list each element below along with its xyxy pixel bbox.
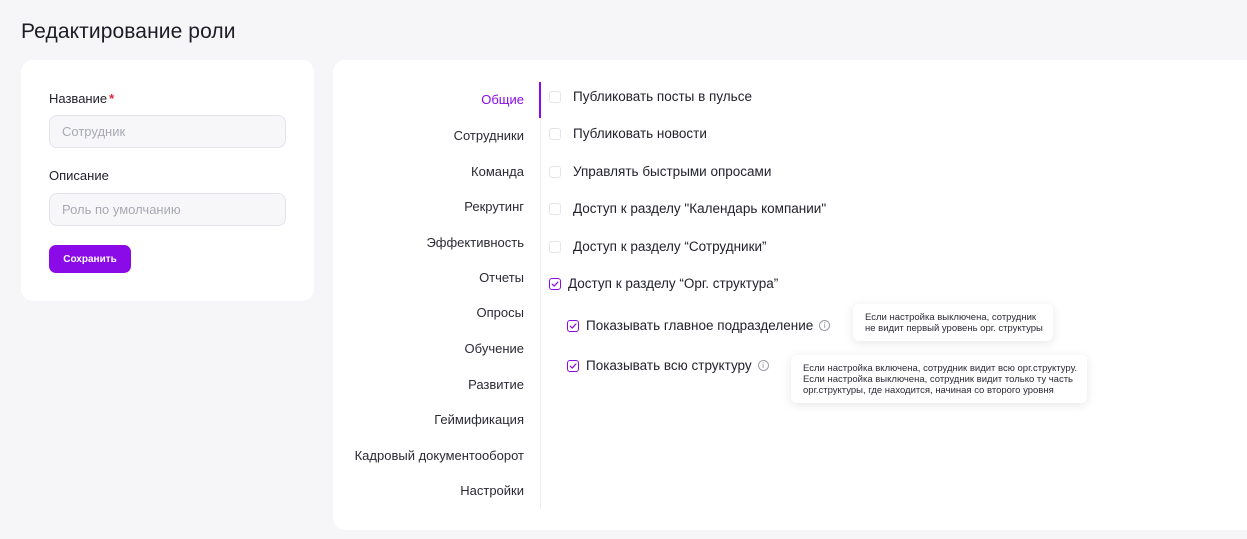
tab-hr-docs[interactable]: Кадровый документооборот [355,448,524,463]
page-title: Редактирование роли [21,20,236,43]
tabs-divider [540,82,541,509]
tab-team[interactable]: Команда [471,164,524,179]
tab-general[interactable]: Общие [481,92,524,107]
permissions-card: Общие Сотрудники Команда Рекрутинг Эффек… [333,60,1247,530]
permission-row[interactable]: Доступ к разделу “Сотрудники” [549,239,767,254]
checkbox[interactable] [549,240,561,253]
tooltip-line: не видит первый уровень орг. структуры [865,323,1043,334]
checkbox-checked[interactable] [567,359,579,372]
tab-surveys[interactable]: Опросы [477,305,524,320]
permission-label: Показывать главное подразделение [586,318,814,333]
tab-reports[interactable]: Отчеты [479,270,524,285]
checkbox-checked[interactable] [567,319,579,332]
permission-row[interactable]: Доступ к разделу "Календарь компании" [549,201,826,216]
info-icon[interactable]: i [757,360,769,371]
required-marker: * [109,91,115,106]
tooltip-line: Если настройка выключена, сотрудник види… [803,374,1074,385]
description-label: Описание [49,168,109,183]
tooltip-full-structure: Если настройка включена, сотрудник видит… [791,355,1088,403]
tab-gamification[interactable]: Геймификация [434,412,524,427]
info-icon[interactable]: i [819,320,831,331]
permission-row[interactable]: Публиковать новости [549,126,707,141]
name-input[interactable] [49,115,286,148]
checkbox[interactable] [549,202,561,215]
checkbox[interactable] [549,165,561,178]
permission-row[interactable]: Показывать всю структуру i [567,358,769,373]
role-form-card: Название* Описание Сохранить [21,60,314,301]
tab-efficiency[interactable]: Эффективность [426,235,524,250]
permission-row[interactable]: Показывать главное подразделение i [567,318,831,333]
check-icon [551,280,559,287]
description-input[interactable] [49,193,286,226]
tab-development[interactable]: Развитие [468,377,524,392]
permission-label: Доступ к разделу “Сотрудники” [573,239,767,254]
active-tab-indicator [539,82,541,118]
permission-label: Доступ к разделу “Орг. структура” [568,276,779,291]
permission-label: Доступ к разделу "Календарь компании" [573,201,827,216]
tab-employees[interactable]: Сотрудники [454,128,524,143]
permission-row[interactable]: Доступ к разделу “Орг. структура” [549,276,778,291]
permission-row[interactable]: Управлять быстрыми опросами [549,164,771,179]
permission-label: Публиковать посты в пульсе [573,89,752,104]
save-button[interactable]: Сохранить [49,245,131,273]
tooltip-line: Если настройка включена, сотрудник видит… [803,363,1078,374]
tab-learning[interactable]: Обучение [465,341,524,356]
tooltip-main-division: Если настройка выключена, сотрудник не в… [853,304,1053,341]
permission-label: Показывать всю структуру [586,358,752,373]
tab-recruiting[interactable]: Рекрутинг [464,199,524,214]
permission-label: Управлять быстрыми опросами [573,164,772,179]
checkbox[interactable] [549,90,561,103]
name-label: Название * [49,91,115,106]
tab-settings[interactable]: Настройки [460,483,524,498]
tooltip-line: Если настройка выключена, сотрудник [865,312,1037,323]
check-icon [569,362,577,369]
tooltip-line: орг.структуры, где находится, начиная со… [803,385,1054,396]
checkbox[interactable] [549,127,561,140]
permission-row[interactable]: Публиковать посты в пульсе [549,89,752,104]
permission-label: Публиковать новости [573,126,707,141]
check-icon [569,322,577,329]
checkbox-checked[interactable] [549,277,561,290]
